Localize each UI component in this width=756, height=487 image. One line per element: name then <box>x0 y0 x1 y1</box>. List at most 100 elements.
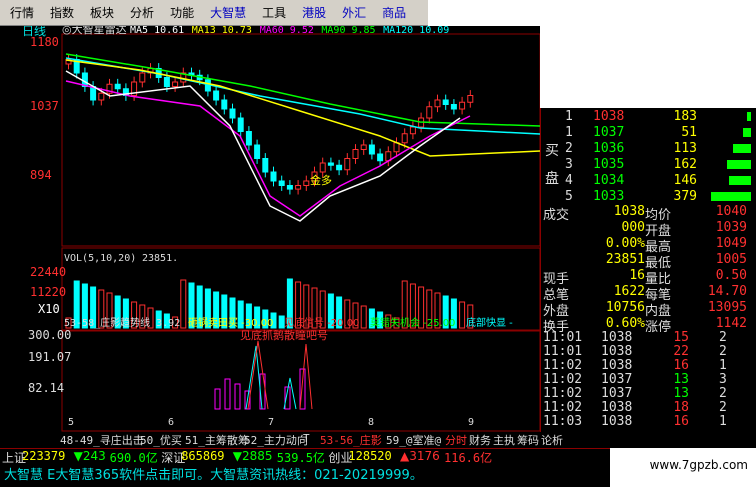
stat-value: 000 <box>621 220 645 235</box>
orderbook-level: 4 <box>565 173 573 188</box>
stat-value: 13095 <box>707 300 747 315</box>
ma-legend-item: MA5 10.61 <box>130 26 184 36</box>
trade-price: 1038 <box>601 358 633 373</box>
indicator-tab[interactable]: 筹码 <box>517 432 539 448</box>
index-bar: 上证 223379 ▼243 690.0亿 深证 865869 ▼2885 539.5亿 创业 1… <box>0 448 610 465</box>
menu-item[interactable]: 行情 <box>4 4 44 21</box>
menu-item[interactable]: 外汇 <box>336 4 376 21</box>
menu-item[interactable]: 分析 <box>124 4 164 21</box>
candle-body <box>459 101 466 110</box>
price-axis-label: 894 <box>30 168 52 182</box>
orderbook-price: 1038 <box>593 109 625 124</box>
candle-body <box>245 131 252 146</box>
stat-value: 14.70 <box>707 284 747 299</box>
indicator-tab[interactable]: 48-49_寻庄出击 <box>60 432 144 448</box>
trade-flag: 2 <box>719 400 727 415</box>
signal-item: 见底信号 -20.00 <box>284 316 359 329</box>
orderbook-price: 1037 <box>593 125 625 140</box>
trade-flag: 2 <box>719 330 727 345</box>
menu-item[interactable]: 板块 <box>84 4 124 21</box>
orderbook-volume: 183 <box>673 109 697 124</box>
orderbook-depth-bar <box>727 160 751 169</box>
candle-body <box>336 164 343 171</box>
price-axis-label: 1180 <box>30 35 59 49</box>
candle-body <box>303 180 310 186</box>
pan-label: 盘 <box>545 171 559 187</box>
indicator-tab[interactable]: 论析 <box>541 432 563 448</box>
stat-value: 23851 <box>605 252 645 267</box>
candle-body <box>98 92 105 101</box>
volume-bar <box>459 301 466 329</box>
volume-unit: X10 <box>38 302 60 316</box>
orderbook-volume: 162 <box>673 157 697 172</box>
chart-background <box>0 26 540 432</box>
orderbook-depth-bar <box>711 192 751 201</box>
stat-value: 10756 <box>605 300 645 315</box>
candle-body <box>114 83 121 90</box>
indicator-tab[interactable]: 51_主筹散筹 <box>185 432 249 448</box>
status-bar: 大智慧 E大智慧365软件点击即可。大智慧资讯热线：021-20219999。 <box>0 465 610 487</box>
indicator-tab[interactable]: 59_@室准@ <box>386 432 441 448</box>
date-label: 6 <box>168 417 174 428</box>
orderbook-depth-bar <box>747 112 751 121</box>
trade-volume: 13 <box>673 372 689 387</box>
candle-body <box>237 117 244 132</box>
date-label: 8 <box>368 417 374 428</box>
indicator-tab[interactable]: 50_优买 <box>140 432 182 448</box>
trade-price: 1038 <box>601 400 633 415</box>
trade-volume: 16 <box>673 414 689 429</box>
menu-item[interactable]: 港股 <box>296 4 336 21</box>
index-label: ▼2885 <box>232 449 273 463</box>
candle-body <box>278 180 285 186</box>
candle-body <box>286 185 293 190</box>
orderbook-volume: 51 <box>681 125 697 140</box>
stat-label: 成交 <box>543 208 570 223</box>
watermark: www.7gpzb.com <box>610 448 756 487</box>
trade-flag: 3 <box>719 372 727 387</box>
candle-body <box>213 90 220 101</box>
candle-body <box>172 81 179 87</box>
indicator-tab[interactable]: 52_主力动向 <box>244 432 308 448</box>
trade-time: 11:03 <box>543 414 583 429</box>
orderbook-volume: 113 <box>673 141 697 156</box>
indicator-tab[interactable]: 分时 <box>445 432 467 448</box>
candle-body <box>229 108 236 119</box>
trade-volume: 22 <box>673 344 689 359</box>
date-label: 5 <box>68 417 74 428</box>
ma-legend-item: MA120 10.09 <box>383 26 449 36</box>
trade-volume: 18 <box>673 400 689 415</box>
menu-item[interactable]: 商品 <box>376 4 416 21</box>
trade-volume: 16 <box>673 358 689 373</box>
orderbook-price: 1033 <box>593 189 625 204</box>
indicator-tab[interactable]: 财务 <box>469 432 491 448</box>
menu-item[interactable]: 工具 <box>256 4 296 21</box>
volume-value: 23851. <box>142 253 178 264</box>
signal-marker: 金多 <box>310 173 332 187</box>
indicator-tab[interactable]: 53-56_庄影 <box>320 432 382 448</box>
orderbook-level: 2 <box>565 141 573 156</box>
menu-item[interactable]: 功能 <box>164 4 204 21</box>
orderbook-price: 1035 <box>593 157 625 172</box>
volume-bar <box>360 305 367 329</box>
stat-value: 1622 <box>613 284 645 299</box>
date-label: 7 <box>268 417 274 428</box>
ma-legend-item: MA90 9.85 <box>321 26 375 36</box>
orderbook-volume: 379 <box>673 189 697 204</box>
candle-body <box>163 77 170 87</box>
indicator-tabs: 48-49_寻庄出击 50_优买 51_主筹散筹 52_主力动向 T 53-56_庄影 59… <box>56 432 756 447</box>
menu-item[interactable]: 指数 <box>44 4 84 21</box>
candle-body <box>409 126 416 135</box>
indicator-tab[interactable]: T <box>303 432 310 445</box>
indicator-tab[interactable]: 主执 <box>493 432 515 448</box>
signal-item: 底部快显 - <box>466 316 513 329</box>
trade-price: 1037 <box>601 386 633 401</box>
trade-volume: 13 <box>673 386 689 401</box>
candle-body <box>352 149 359 159</box>
menu-item[interactable]: 大智慧 <box>204 4 256 21</box>
trade-price: 1037 <box>601 372 633 387</box>
stat-value: 1005 <box>715 252 747 267</box>
stat-value: 1038 <box>613 204 645 219</box>
candle-body <box>377 153 384 162</box>
stat-value: 16 <box>629 268 645 283</box>
signal-axis-label: 82.14 <box>28 381 64 395</box>
